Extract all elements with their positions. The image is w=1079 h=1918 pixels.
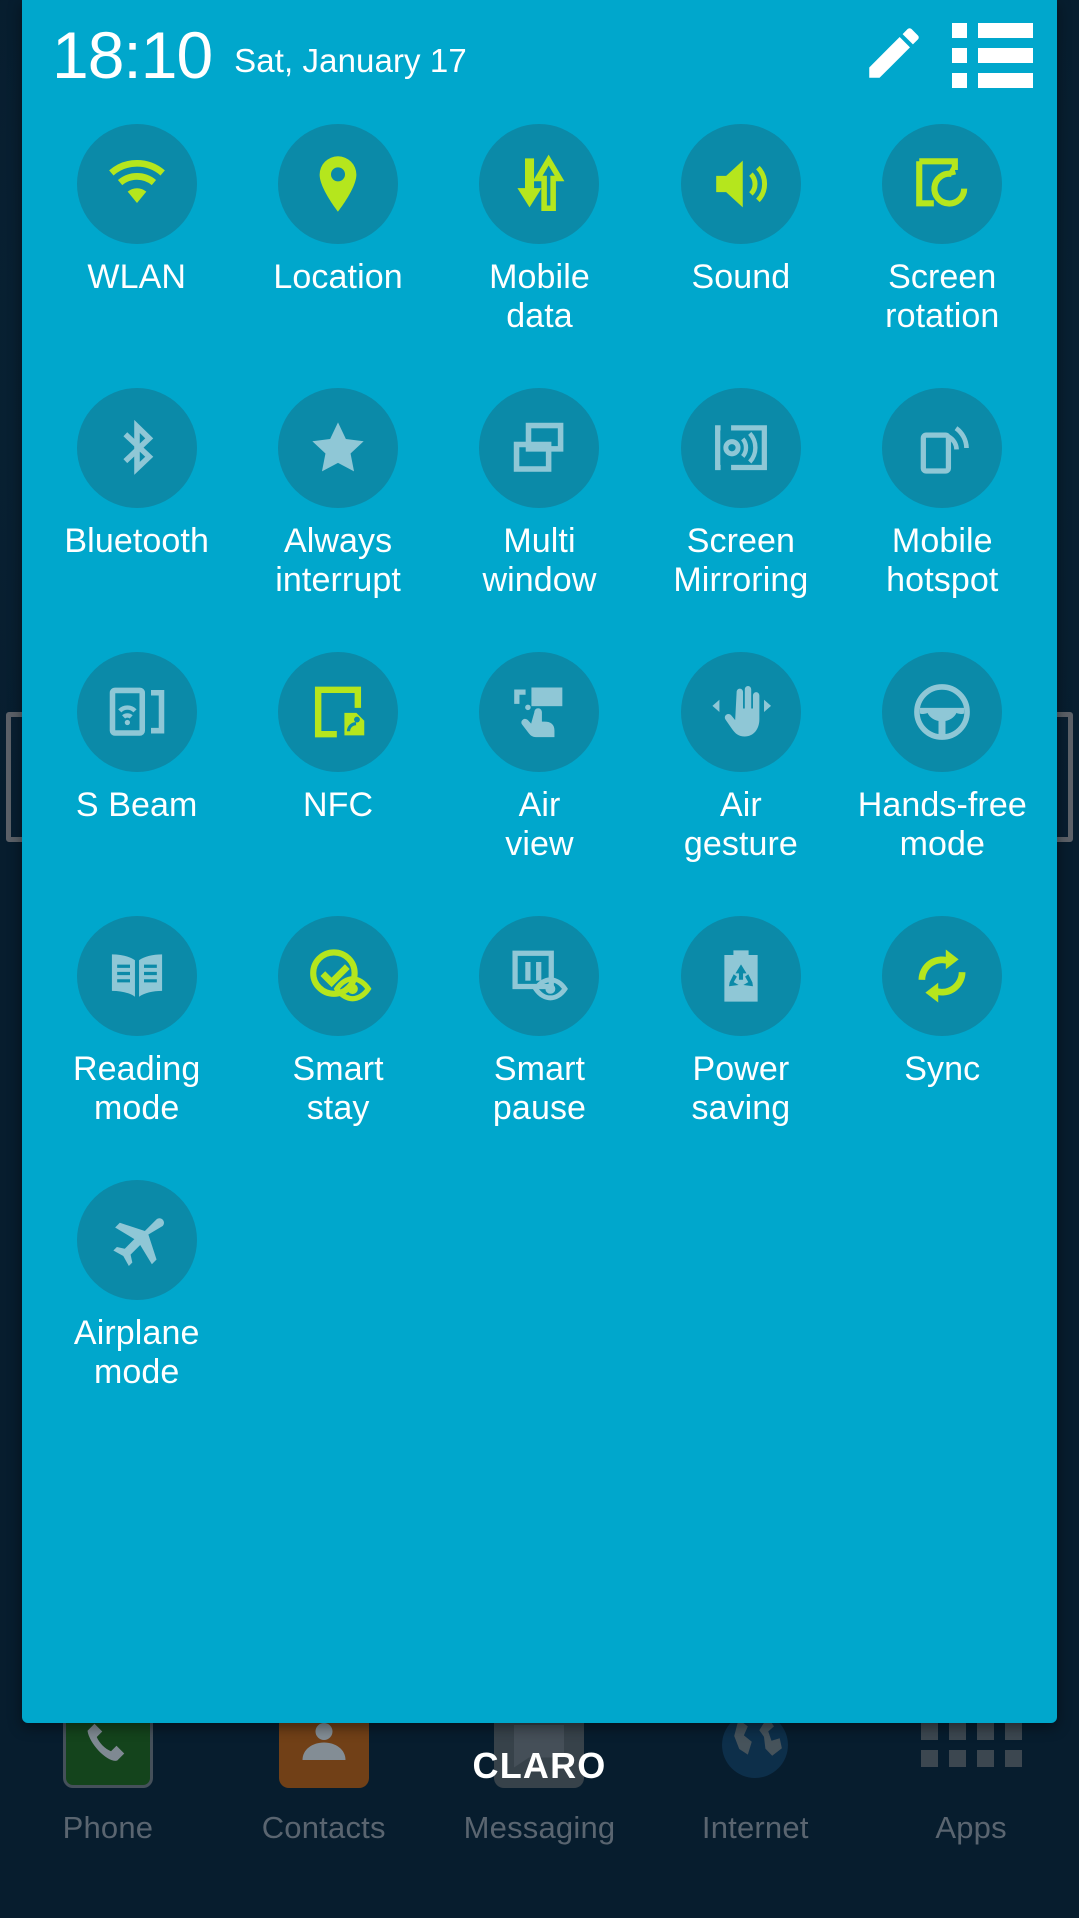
toggle-label: Smart pause <box>492 1050 587 1127</box>
toggle-circle[interactable] <box>278 388 399 508</box>
toggle-circle[interactable] <box>278 124 399 244</box>
quick-settings-panel: 18:10 Sat, January 17 WLAN Location Mobile… <box>22 0 1057 1723</box>
toggle-always-interrupt[interactable]: Always interrupt <box>237 380 438 644</box>
toggle-reading-mode[interactable]: Reading mode <box>36 908 237 1172</box>
toggle-circle[interactable] <box>680 916 801 1036</box>
dock-item-label: Internet <box>701 1810 809 1845</box>
toggle-sound[interactable]: Sound <box>640 116 841 380</box>
toggle-smart-pause[interactable]: Smart pause <box>439 908 640 1172</box>
screen-rotation-icon <box>907 149 977 219</box>
toggle-label: Location <box>273 258 403 296</box>
toggle-circle[interactable] <box>479 652 600 772</box>
toggle-label: Always interrupt <box>275 522 401 599</box>
s-beam-icon <box>102 677 172 747</box>
star-icon <box>303 413 373 483</box>
toggle-circle[interactable] <box>882 124 1003 244</box>
location-pin-icon <box>303 149 373 219</box>
list-icon <box>951 22 1033 88</box>
toggle-label: S Beam <box>75 786 198 824</box>
toggle-circle[interactable] <box>76 388 197 508</box>
edit-quick-settings-button[interactable] <box>855 16 933 94</box>
toggle-circle[interactable] <box>278 652 399 772</box>
dock-item-label: Phone <box>62 1810 154 1845</box>
toggle-nfc[interactable]: NFC <box>237 644 438 908</box>
steering-wheel-icon <box>907 677 977 747</box>
toggle-smart-stay[interactable]: Smart stay <box>237 908 438 1172</box>
toggle-circle[interactable] <box>479 916 600 1036</box>
open-book-icon <box>102 941 172 1011</box>
toggle-label: Reading mode <box>73 1050 201 1127</box>
sync-icon <box>907 941 977 1011</box>
toggle-air-gesture[interactable]: Air gesture <box>640 644 841 908</box>
sound-speaker-icon <box>706 149 776 219</box>
toggle-circle[interactable] <box>76 652 197 772</box>
toggle-label: NFC <box>303 786 374 824</box>
smart-pause-icon <box>504 941 574 1011</box>
airplane-icon <box>102 1205 172 1275</box>
toggle-label: Mobile hotspot <box>886 522 999 599</box>
toggle-s-beam[interactable]: S Beam <box>36 644 237 908</box>
toggle-label: Mobile data <box>489 258 590 335</box>
toggle-circle[interactable] <box>76 124 197 244</box>
toggle-multi-window[interactable]: Multi window <box>439 380 640 644</box>
toggle-circle[interactable] <box>479 388 600 508</box>
toggle-location[interactable]: Location <box>237 116 438 380</box>
pencil-icon <box>861 20 927 91</box>
toggle-circle[interactable] <box>882 652 1003 772</box>
toggle-airplane-mode[interactable]: Airplane mode <box>36 1172 237 1436</box>
toggle-circle[interactable] <box>278 916 399 1036</box>
toggle-circle[interactable] <box>882 916 1003 1036</box>
toggle-label: Screen Mirroring <box>673 522 809 599</box>
toggle-label: Screen rotation <box>885 258 1000 335</box>
carrier-label: CLARO <box>472 1745 607 1786</box>
dock-item-label: Messaging <box>463 1810 616 1845</box>
toggle-sync[interactable]: Sync <box>842 908 1043 1172</box>
toggle-circle[interactable] <box>882 388 1003 508</box>
toggle-label: Smart stay <box>292 1050 384 1127</box>
toggle-circle[interactable] <box>76 1180 197 1300</box>
power-saving-icon <box>706 941 776 1011</box>
notifications-list-button[interactable] <box>951 16 1033 94</box>
dock-item-label: Contacts <box>261 1810 386 1845</box>
toggle-hands-free-mode[interactable]: Hands-free mode <box>842 644 1043 908</box>
status-date: Sat, January 17 <box>234 42 467 79</box>
toggle-label: Airplane mode <box>73 1314 200 1391</box>
status-clock: 18:10 <box>52 18 213 92</box>
mobile-hotspot-icon <box>907 413 977 483</box>
toggle-wlan[interactable]: WLAN <box>36 116 237 380</box>
toggle-circle[interactable] <box>76 916 197 1036</box>
nfc-tag-icon <box>303 677 373 747</box>
air-gesture-icon <box>706 677 776 747</box>
toggle-label: Air view <box>505 786 574 863</box>
wifi-icon <box>102 149 172 219</box>
toggle-mobile-data[interactable]: Mobile data <box>439 116 640 380</box>
toggle-label: Multi window <box>482 522 597 599</box>
toggle-circle[interactable] <box>680 652 801 772</box>
smart-stay-icon <box>303 941 373 1011</box>
toggle-mobile-hotspot[interactable]: Mobile hotspot <box>842 380 1043 644</box>
screen-mirroring-icon <box>706 413 776 483</box>
mobile-data-icon <box>504 149 574 219</box>
panel-header: 18:10 Sat, January 17 <box>22 0 1057 110</box>
toggle-label: Air gesture <box>683 786 798 863</box>
toggle-label: Sync <box>904 1050 981 1088</box>
toggle-bluetooth[interactable]: Bluetooth <box>36 380 237 644</box>
bluetooth-icon <box>102 413 172 483</box>
toggle-air-view[interactable]: Air view <box>439 644 640 908</box>
toggle-screen-rotation[interactable]: Screen rotation <box>842 116 1043 380</box>
toggle-circle[interactable] <box>680 388 801 508</box>
toggle-label: WLAN <box>87 258 187 296</box>
dock-item-label: Apps <box>935 1810 1007 1845</box>
toggle-label: Sound <box>691 258 791 296</box>
toggle-screen-mirroring[interactable]: Screen Mirroring <box>640 380 841 644</box>
multi-window-icon <box>504 413 574 483</box>
air-view-icon <box>504 677 574 747</box>
toggle-circle[interactable] <box>479 124 600 244</box>
toggle-label: Hands-free mode <box>857 786 1027 863</box>
toggle-label: Bluetooth <box>64 522 209 560</box>
toggle-circle[interactable] <box>680 124 801 244</box>
toggle-power-saving[interactable]: Power saving <box>640 908 841 1172</box>
quick-toggle-grid: WLAN Location Mobile data Sound Screen rotat… <box>22 110 1057 1436</box>
toggle-label: Power saving <box>691 1050 791 1127</box>
